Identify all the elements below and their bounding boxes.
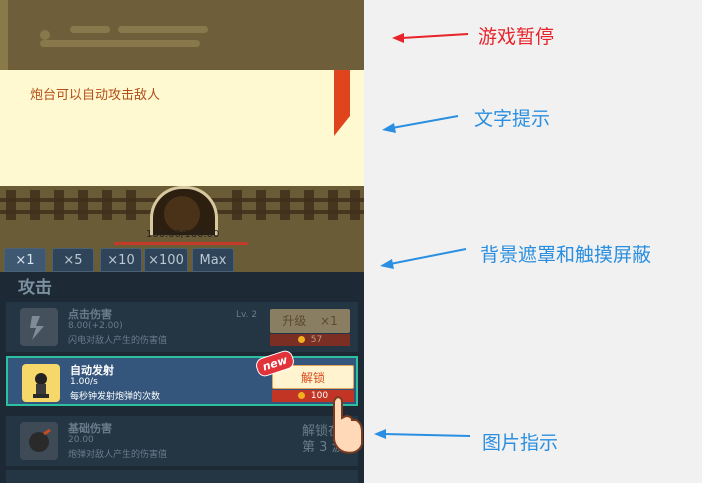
upgrade-name: 自动发射 (70, 364, 114, 377)
tab-x10[interactable]: ×10 (100, 248, 142, 272)
upgrade-name: 点击伤害 (68, 308, 112, 321)
upgrade-row-partial (6, 470, 358, 483)
paused-game-area (0, 0, 364, 70)
arrow-mask-icon (380, 248, 467, 269)
upgrade-button-label: 升级 (282, 314, 307, 328)
annotation-mask: 背景遮罩和触摸屏蔽 (480, 244, 652, 266)
annotation-image-hint: 图片指示 (482, 432, 559, 454)
coin-icon (297, 336, 305, 343)
tip-ribbon-notch (334, 116, 350, 136)
game-screen: 炮台可以自动攻击敌人 100.00/100.00 ×1 ×5 ×10 ×100 … (0, 0, 364, 483)
cannonball-icon (20, 422, 58, 460)
annotation-pause: 游戏暂停 (478, 26, 555, 48)
upgrade-value: 20.00 (68, 435, 94, 445)
upgrade-button-multiplier: ×1 (320, 314, 338, 328)
upgrade-name: 基础伤害 (68, 422, 112, 435)
upgrade-desc: 每秒钟发射炮弹的次数 (70, 392, 161, 402)
upgrade-cost-value: 57 (310, 335, 323, 345)
panel-title: 攻击 (18, 278, 52, 298)
upgrade-desc: 炮弹对敌人产生的伤害值 (68, 450, 168, 460)
arrow-pause-icon (392, 33, 469, 43)
upgrade-cost: 57 (270, 334, 350, 346)
enemy-hp-bar (114, 242, 248, 245)
tab-x1[interactable]: ×1 (4, 248, 46, 272)
arrow-text-hint-icon (382, 115, 459, 133)
arrow-image-hint-icon (374, 429, 471, 439)
pointing-hand-icon (326, 394, 364, 456)
tip-text: 炮台可以自动攻击敌人 (30, 88, 161, 103)
enemy-core (164, 196, 200, 232)
upgrade-row-base-damage: 基础伤害 20.00 炮弹对敌人产生的伤害值 解锁在 第 3 波 (6, 416, 358, 466)
cannon-icon (22, 364, 60, 402)
upgrade-desc: 闪电对敌人产生的伤害值 (68, 336, 168, 346)
tab-max[interactable]: Max (192, 248, 234, 272)
upgrade-level: Lv. 2 (236, 310, 258, 320)
paused-edge (0, 0, 8, 70)
upgrade-value: 1.00/s (70, 377, 98, 387)
tab-x5[interactable]: ×5 (52, 248, 94, 272)
enemy-hp-text: 100.00/100.00 (146, 229, 220, 240)
coin-icon (297, 392, 305, 399)
tab-x100[interactable]: ×100 (144, 248, 188, 272)
lightning-hand-icon (20, 308, 58, 346)
upgrade-value: 8.00(+2.00) (68, 321, 123, 331)
enemy-hp-fill (114, 242, 248, 245)
upgrade-button[interactable]: 升级 ×1 (270, 309, 350, 333)
annotation-text-hint: 文字提示 (474, 108, 551, 130)
